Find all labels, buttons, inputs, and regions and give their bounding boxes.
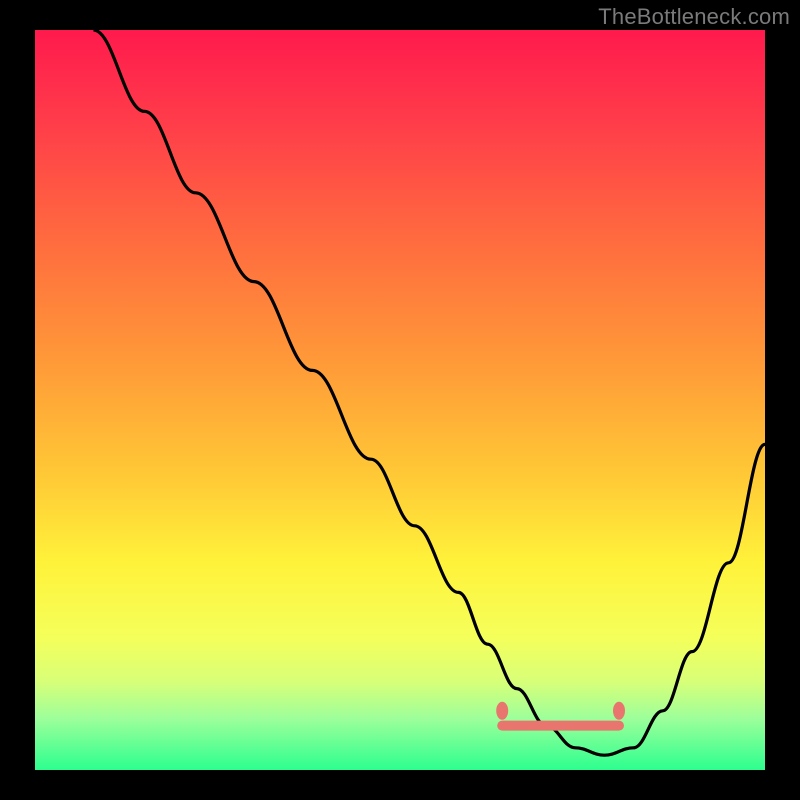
chart-frame: TheBottleneck.com (0, 0, 800, 800)
watermark-text: TheBottleneck.com (598, 4, 790, 30)
chart-plot-area (35, 30, 765, 770)
chart-svg (35, 30, 765, 770)
chart-background (35, 30, 765, 770)
optimal-range-cap-right (613, 702, 625, 720)
optimal-range-cap-left (496, 702, 508, 720)
